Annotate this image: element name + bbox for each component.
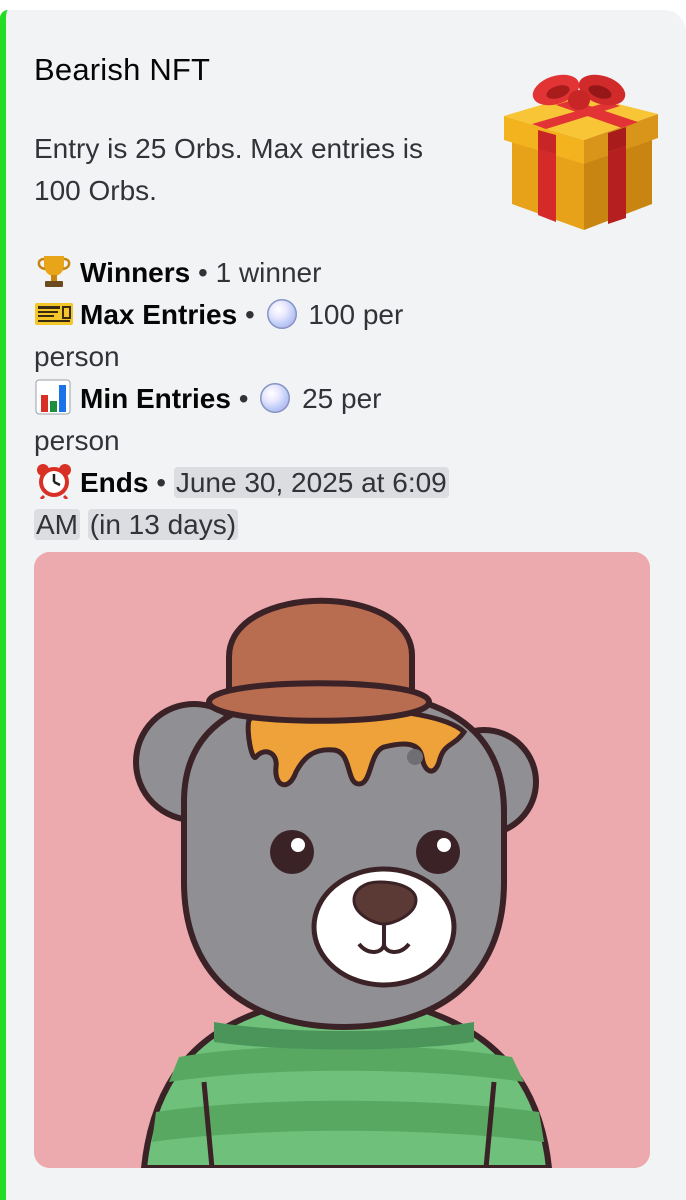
max-entries-field: Max Entries • 100 per person: [34, 294, 454, 378]
ends-field: Ends • June 30, 2025 at 6:09 AM (in 13 d…: [34, 462, 454, 546]
winners-value: 1 winner: [215, 257, 322, 288]
orb-icon: [266, 299, 297, 329]
bar-chart-icon: [34, 379, 74, 415]
separator: •: [238, 383, 249, 414]
separator: •: [198, 257, 208, 288]
nft-image[interactable]: [34, 552, 650, 1168]
winners-label: Winners: [80, 257, 191, 288]
embed-description: Entry is 25 Orbs. Max entries is 100 Orb…: [34, 133, 424, 206]
orb-icon: [260, 383, 291, 413]
winners-field: Winners • 1 winner: [34, 252, 454, 294]
max-entries-label: Max Entries: [80, 299, 238, 330]
min-entries-label: Min Entries: [80, 383, 231, 414]
separator: •: [156, 467, 167, 498]
wrapped-gift-icon[interactable]: [498, 72, 660, 234]
alarm-clock-icon: [34, 463, 74, 501]
relative-timestamp[interactable]: (in 13 days): [87, 509, 239, 540]
min-entries-field: Min Entries • 25 per person: [34, 378, 454, 462]
separator: •: [244, 299, 255, 330]
ends-label: Ends: [80, 467, 149, 498]
giveaway-fields: Winners • 1 winner Max Entries • 100 per…: [34, 252, 454, 546]
giveaway-embed: Bearish NFT Entry is 25 Orbs. Max entrie…: [0, 10, 686, 1200]
ticket-icon: [34, 295, 74, 331]
embed-title: Bearish NFT: [34, 52, 211, 87]
trophy-icon: [34, 253, 74, 289]
